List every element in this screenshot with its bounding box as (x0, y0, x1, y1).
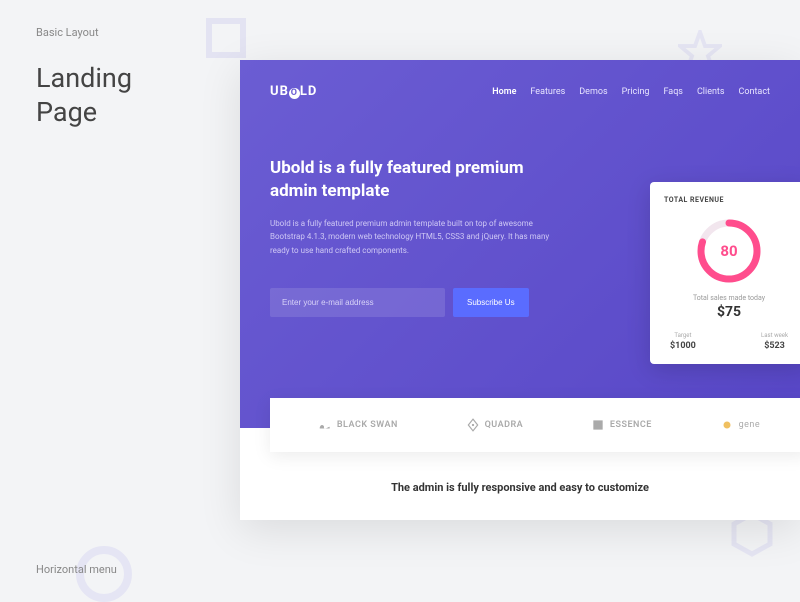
landing-preview: UBOLD Home Features Demos Pricing Faqs C… (240, 60, 800, 520)
revenue-card: TOTAL REVENUE 80 Total sales made today … (650, 182, 800, 364)
nav-pricing[interactable]: Pricing (622, 87, 650, 97)
page-title: LandingPage (36, 62, 132, 130)
donut-chart: 80 (694, 216, 764, 286)
nav-faqs[interactable]: Faqs (663, 87, 682, 97)
nav-home[interactable]: Home (492, 87, 516, 97)
hero-subtext: Ubold is a fully featured premium admin … (270, 217, 560, 258)
card-title: TOTAL REVENUE (664, 196, 794, 204)
card-stats-row: Target$1000 Last week$523 (664, 332, 794, 351)
donut-value: 80 (720, 242, 737, 260)
client-quadra: QUADRA (466, 418, 524, 432)
card-subtitle: Total sales made today (664, 294, 794, 302)
card-amount: $75 (664, 304, 794, 320)
email-input[interactable] (270, 288, 445, 317)
subscribe-button[interactable]: Subscribe Us (453, 288, 529, 317)
top-nav: UBOLD Home Features Demos Pricing Faqs C… (270, 84, 770, 99)
nav-contact[interactable]: Contact (739, 87, 770, 97)
diamond-icon (466, 418, 480, 432)
hero-body: Ubold is a fully featured premium admin … (270, 157, 560, 317)
dot-icon (720, 418, 734, 432)
subscribe-row: Subscribe Us (270, 288, 560, 317)
swan-icon (318, 418, 332, 432)
lastweek-stat: Last week$523 (761, 332, 788, 351)
menu-type-label: Horizontal menu (36, 563, 117, 576)
client-gene: gene (720, 418, 761, 432)
square-icon (591, 418, 605, 432)
target-stat: Target$1000 (670, 332, 696, 351)
tagline: The admin is fully responsive and easy t… (240, 480, 800, 495)
hero-section: UBOLD Home Features Demos Pricing Faqs C… (240, 60, 800, 428)
brand-logo[interactable]: UBOLD (270, 84, 317, 99)
nav-demos[interactable]: Demos (579, 87, 607, 97)
nav-features[interactable]: Features (530, 87, 565, 97)
client-blackswan: BLACK SWAN (318, 418, 398, 432)
hero-heading: Ubold is a fully featured premium admin … (270, 157, 560, 203)
clients-strip: BLACK SWAN QUADRA ESSENCE gene (270, 398, 800, 452)
client-essence: ESSENCE (591, 418, 652, 432)
nav-clients[interactable]: Clients (697, 87, 725, 97)
bg-square-shape (206, 18, 246, 58)
category-label: Basic Layout (36, 26, 99, 39)
